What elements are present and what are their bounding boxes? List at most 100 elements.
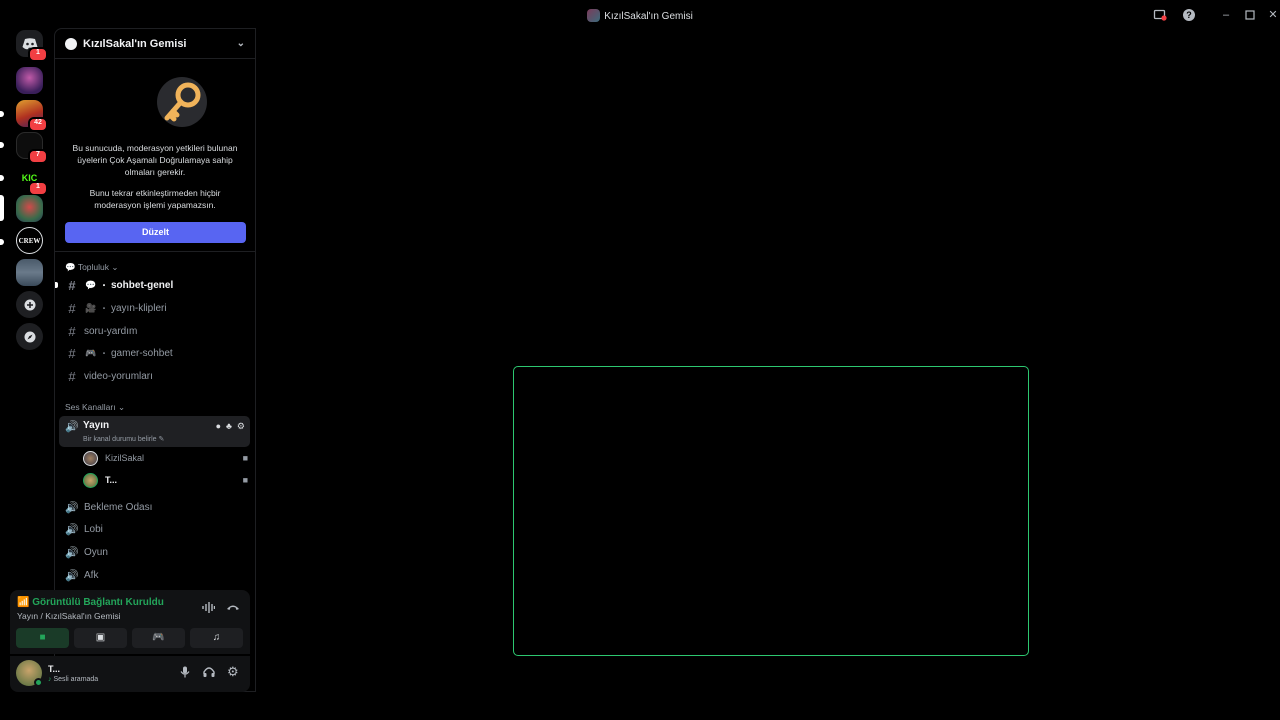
invite-user-icon[interactable]: ♣ — [226, 421, 232, 432]
video-stream-tile[interactable] — [513, 366, 1029, 656]
server-name: KızılSakal'ın Gemisi — [83, 37, 187, 50]
direct-messages-button[interactable]: 1 — [16, 30, 48, 62]
category-community[interactable]: 💬 Topluluk ⌄ — [65, 262, 119, 273]
pencil-icon: ✎ — [158, 436, 165, 443]
mfa-text-1: Bu sunucuda, moderasyon yetkileri buluna… — [72, 143, 238, 177]
unread-badge: 1 — [28, 47, 48, 62]
server-icon-2[interactable]: 42 — [16, 100, 48, 132]
fix-button[interactable]: Düzelt — [65, 222, 246, 243]
voice-user[interactable]: T... ■ — [83, 471, 248, 489]
disconnect-icon[interactable] — [226, 602, 240, 614]
inbox-icon[interactable] — [1153, 8, 1167, 22]
voice-channel-lobi[interactable]: 🔊 Lobi — [63, 519, 249, 539]
speaker-icon: 🔊 — [65, 421, 79, 433]
unread-badge: 1 — [28, 181, 48, 196]
maximize-icon[interactable] — [1243, 8, 1257, 22]
camera-icon: ■ — [242, 453, 248, 463]
key-icon — [157, 77, 207, 127]
server-icon-crew[interactable]: CREW — [16, 227, 43, 254]
voice-channel-bekleme[interactable]: 🔊 Bekleme Odası — [63, 497, 249, 517]
online-status-indicator — [34, 678, 43, 687]
unread-badge: 42 — [28, 117, 48, 132]
channel-status[interactable]: Bir kanal durumu belirle ✎ — [83, 435, 164, 443]
avatar — [83, 450, 98, 466]
headphones-icon[interactable] — [203, 666, 215, 681]
noise-suppression-icon[interactable] — [202, 602, 216, 616]
selected-pill — [0, 195, 4, 221]
chevron-down-icon: ⌄ — [117, 402, 126, 412]
mfa-notice: Bu sunucuda, moderasyon yetkileri buluna… — [55, 59, 255, 252]
compass-icon — [16, 323, 43, 350]
title-bar: KızılSakal'ın Gemisi ? – ✕ — [0, 0, 1280, 30]
chat-bubble-icon[interactable]: ● — [216, 421, 221, 432]
server-icon — [587, 9, 601, 22]
close-icon[interactable]: ✕ — [1266, 8, 1280, 22]
gear-icon[interactable]: ⚙ — [237, 421, 245, 432]
hash-icon: # — [68, 277, 76, 293]
server-verified-icon — [65, 37, 77, 50]
category-voice[interactable]: Ses Kanalları ⌄ — [65, 402, 125, 413]
unread-pill — [0, 111, 4, 117]
hash-icon: # — [68, 345, 76, 361]
gamepad-icon: 🎮 — [152, 632, 165, 643]
server-header[interactable]: KızılSakal'ın Gemisi ⌄ — [55, 29, 255, 59]
hash-icon: # — [68, 300, 76, 316]
voice-channel-oyun[interactable]: 🔊 Oyun — [63, 542, 249, 562]
camera-toggle-button[interactable]: ■ — [16, 628, 69, 648]
add-server-button[interactable] — [16, 291, 43, 318]
avatar — [83, 472, 98, 488]
connection-status[interactable]: 📶 Görüntülü Bağlantı Kuruldu — [17, 597, 164, 608]
help-icon[interactable]: ? — [1182, 8, 1196, 22]
voice-channel-actions: ● ♣ ⚙ — [216, 421, 245, 432]
voice-channel-afk[interactable]: 🔊 Afk — [63, 565, 249, 585]
unread-badge: 7 — [28, 149, 48, 164]
channel-soru-yardim[interactable]: # soru-yardım — [63, 321, 249, 341]
video-camera-icon: ■ — [39, 632, 46, 643]
unread-indicator — [55, 282, 58, 288]
screen-share-icon: ▣ — [95, 632, 106, 643]
unread-pill — [0, 142, 4, 148]
discover-button[interactable] — [16, 323, 43, 350]
user-status: ♪ Sesli aramada — [48, 676, 99, 683]
add-server-icon — [16, 291, 43, 318]
signal-icon: 📶 — [17, 597, 30, 608]
chevron-down-icon: ⌄ — [111, 262, 119, 272]
voice-user[interactable]: KizilSakal ■ — [83, 449, 248, 467]
svg-text:?: ? — [1186, 10, 1192, 20]
server-icon-1[interactable] — [16, 67, 43, 94]
server-icon-8[interactable] — [16, 259, 43, 286]
unread-pill — [0, 239, 4, 245]
speaker-icon: 🔊 — [65, 501, 79, 514]
channel-yayin-klipleri[interactable]: # 🎥 ・ yayın-klipleri — [63, 298, 249, 318]
username[interactable]: T... — [48, 664, 60, 674]
hash-icon: # — [68, 368, 76, 384]
crew-logo-icon: CREW — [16, 227, 43, 254]
mfa-text-2: Bunu tekrar etkinleştirmeden hiçbir mode… — [89, 188, 221, 210]
connection-location[interactable]: Yayın / KızılSakal'ın Gemisi — [17, 611, 121, 621]
camera-icon: ■ — [242, 475, 248, 485]
window-title: KızılSakal'ın Gemisi — [0, 9, 1280, 22]
speaker-icon: 🔊 — [65, 569, 79, 582]
server-icon-3[interactable]: 7 — [16, 132, 48, 164]
voice-status-icon: ♪ — [48, 676, 52, 683]
user-panel: T... ♪ Sesli aramada ⚙ — [10, 656, 250, 692]
soundboard-button[interactable]: ♫ — [190, 628, 243, 648]
server-icon-active[interactable] — [16, 195, 43, 222]
server-icon-kick[interactable]: KIC 1 — [16, 164, 48, 196]
speaker-locked-icon: 🔊 — [65, 546, 79, 559]
gear-icon[interactable]: ⚙ — [227, 664, 239, 680]
microphone-icon[interactable] — [180, 666, 190, 681]
unread-pill — [0, 175, 4, 181]
soundboard-icon: ♫ — [212, 632, 221, 643]
hash-icon: # — [68, 323, 76, 339]
channel-sohbet-genel[interactable]: # 💬 ・ sohbet-genel — [55, 275, 249, 295]
channel-video-yorumlari[interactable]: # video-yorumları — [63, 366, 249, 386]
voice-channel-yayin[interactable]: 🔊 Yayın Bir kanal durumu belirle ✎ ● ♣ ⚙ — [59, 416, 250, 447]
speaker-locked-icon: 🔊 — [65, 523, 79, 536]
screen-share-button[interactable]: ▣ — [74, 628, 127, 648]
activities-button[interactable]: 🎮 — [132, 628, 185, 648]
minimize-icon[interactable]: – — [1219, 8, 1233, 22]
channel-gamer-sohbet[interactable]: # 🎮 ・ gamer-sohbet — [63, 343, 249, 363]
chevron-down-icon[interactable]: ⌄ — [237, 38, 245, 49]
voice-connection-panel: 📶 Görüntülü Bağlantı Kuruldu Yayın / Kız… — [10, 590, 250, 654]
